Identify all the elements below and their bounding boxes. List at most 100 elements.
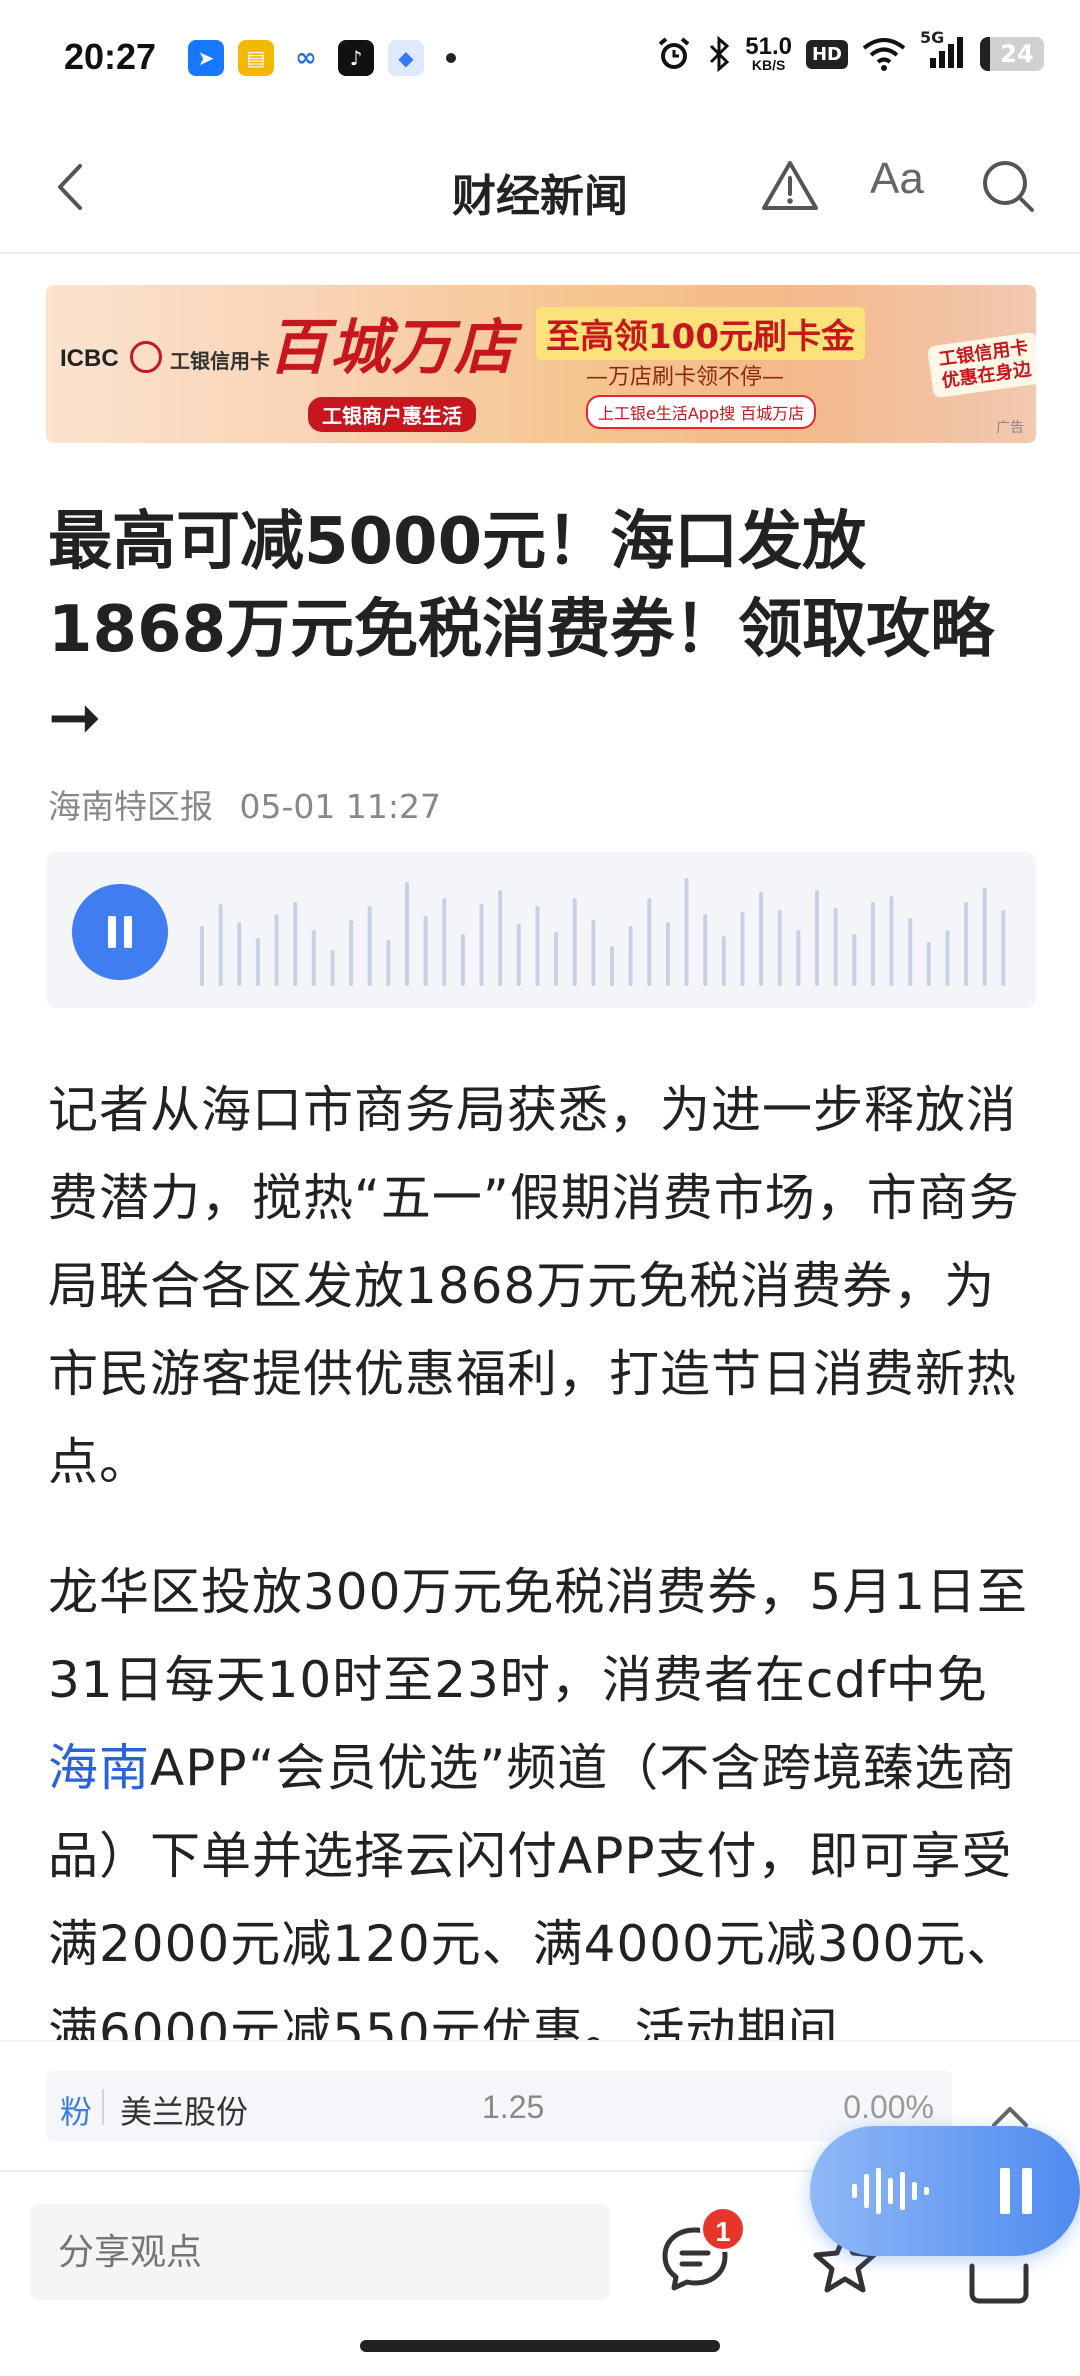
bluetooth-icon xyxy=(710,35,730,73)
waveform-bar xyxy=(218,904,223,986)
waveform-bar xyxy=(926,942,931,986)
ad-banner[interactable]: ICBC 工银信用卡 百城万店 工银商户惠生活 至高领100元刷卡金 —万店刷卡… xyxy=(46,285,1036,443)
waveform-bar xyxy=(293,902,298,986)
waveform-bar xyxy=(610,946,614,986)
waveform-bar xyxy=(349,920,354,986)
ad-search-pill: 上工银e生活App搜 百城万店 xyxy=(586,395,817,429)
stock-item[interactable]: 粉 美兰股份 1.25 0.00% xyxy=(46,2071,952,2141)
waveform-bar xyxy=(255,938,260,986)
waveform-bar xyxy=(386,940,391,986)
waveform-bar xyxy=(572,898,577,986)
waveform-bar xyxy=(945,930,950,986)
ad-tag: 广告 xyxy=(996,420,1024,436)
article-meta: 海南特区报 05-01 11:27 xyxy=(48,780,441,828)
waveform-bar xyxy=(777,910,782,986)
icbc-logo-icon xyxy=(130,341,162,373)
report-warning-icon[interactable] xyxy=(760,158,820,214)
article-paragraph: 龙华区投放300万元免税消费券，5月1日至31日每天10时至23时，消费者在cd… xyxy=(48,1548,1038,2040)
floating-audio-control[interactable] xyxy=(810,2126,1080,2256)
waveform-bar xyxy=(815,890,819,986)
ad-bank-name: ICBC xyxy=(60,345,119,372)
waveform-bar xyxy=(721,936,726,986)
audio-pause-button[interactable] xyxy=(72,884,168,980)
comment-count-badge: 1 xyxy=(700,2206,746,2252)
waveform-bar xyxy=(870,902,875,986)
notification-icons: ➤ ▤ ∞ ♪ ◆ xyxy=(188,40,456,76)
cell-signal-icon: 5G xyxy=(920,28,966,74)
waveform-bar xyxy=(684,878,689,986)
ad-subtitle: —万店刷卡领不停— xyxy=(586,365,785,390)
waveform-bar xyxy=(516,924,521,986)
audio-wave-icon xyxy=(852,2168,929,2214)
cloud-app-icon: ∞ xyxy=(288,40,324,76)
waveform-bar xyxy=(759,892,764,986)
waveform-bar xyxy=(498,890,503,986)
waveform-bar xyxy=(908,918,913,986)
waveform-bar xyxy=(628,926,633,986)
waveform-bar xyxy=(889,896,894,986)
waveform-bar xyxy=(460,934,465,986)
waveform-bar xyxy=(479,904,484,986)
feather-app-icon: ◆ xyxy=(388,40,424,76)
stock-change: 0.00% xyxy=(843,2089,934,2125)
ad-gold-text: 至高领100元刷卡金 xyxy=(536,307,865,360)
waveform-bar xyxy=(1001,910,1006,986)
waveform-bar xyxy=(591,920,596,986)
wifi-icon xyxy=(862,38,906,71)
stock-name: 美兰股份 xyxy=(120,2093,249,2131)
paragraph-text: APP“会员优选”频道（不含跨境臻选商品）下单并选择云闪付APP支付，即可享受满… xyxy=(48,1739,1018,2040)
waveform-bar xyxy=(442,898,447,986)
comment-input[interactable] xyxy=(30,2204,610,2300)
waveform-bar xyxy=(665,922,670,986)
waveform-bar xyxy=(796,930,801,986)
more-dot-icon xyxy=(446,53,456,63)
status-right: 51.0 KB/S HD 5G 24 xyxy=(655,28,1044,74)
pause-icon[interactable] xyxy=(996,2164,1036,2218)
article-source[interactable]: 海南特区报 xyxy=(48,787,213,826)
nav-bar: 财经新闻 Aa xyxy=(0,120,1080,254)
ad-card-name: 工银信用卡 xyxy=(170,349,270,373)
article-time: 05-01 11:27 xyxy=(239,787,441,826)
search-icon[interactable] xyxy=(980,158,1036,214)
hd-icon: HD xyxy=(805,39,848,69)
battery-icon: 24 xyxy=(980,37,1044,71)
stock-link[interactable]: 海南 xyxy=(48,1739,150,1797)
divider xyxy=(102,2089,104,2125)
book-app-icon: ▤ xyxy=(238,40,274,76)
waveform-bar xyxy=(311,930,316,986)
waveform-bar xyxy=(405,882,409,986)
article-title: 最高可减5000元！海口发放1868万元免税消费券！领取攻略➞ xyxy=(48,505,995,755)
waveform-bar xyxy=(554,932,559,986)
font-size-button[interactable]: Aa xyxy=(870,154,924,204)
waveform-bar xyxy=(740,912,745,986)
tiktok-icon: ♪ xyxy=(338,40,374,76)
alarm-icon xyxy=(658,37,690,69)
waveform-bar xyxy=(274,914,279,986)
ad-headline: 百城万店 xyxy=(268,313,516,383)
waveform-bar xyxy=(647,898,652,986)
waveform-bar xyxy=(330,950,335,986)
status-time: 20:27 xyxy=(64,36,157,77)
waveform-bar xyxy=(200,926,204,986)
ad-badge: 工银信用卡 优惠在身边 xyxy=(926,331,1036,399)
waveform-bar xyxy=(367,906,372,986)
audio-player xyxy=(46,852,1036,1008)
waveform-bar xyxy=(237,922,242,986)
stock-price: 1.25 xyxy=(482,2089,545,2125)
home-indicator xyxy=(360,2340,720,2352)
net-speed: 51.0 KB/S xyxy=(745,33,792,73)
stock-tag: 粉 xyxy=(60,2093,93,2131)
status-bar: 20:27 ➤ ▤ ∞ ♪ ◆ 51.0 KB/S HD 5G 24 xyxy=(0,0,1080,120)
app-notification-icon: ➤ xyxy=(188,40,224,76)
waveform-bar xyxy=(833,908,838,986)
ad-merchant-label: 工银商户惠生活 xyxy=(308,397,476,432)
paragraph-text: 龙华区投放300万元免税消费券，5月1日至31日每天10时至23时，消费者在cd… xyxy=(48,1563,1029,1709)
article-paragraph: 记者从海口市商务局获悉，为进一步释放消费潜力，搅热“五一”假期消费市场，市商务局… xyxy=(48,1081,1020,1491)
waveform-bar xyxy=(535,906,540,986)
waveform-bar xyxy=(852,934,857,986)
audio-waveform xyxy=(200,878,1006,986)
waveform-bar xyxy=(703,914,708,986)
waveform-bar xyxy=(964,902,969,986)
waveform-bar xyxy=(423,916,428,986)
waveform-bar xyxy=(982,888,987,986)
